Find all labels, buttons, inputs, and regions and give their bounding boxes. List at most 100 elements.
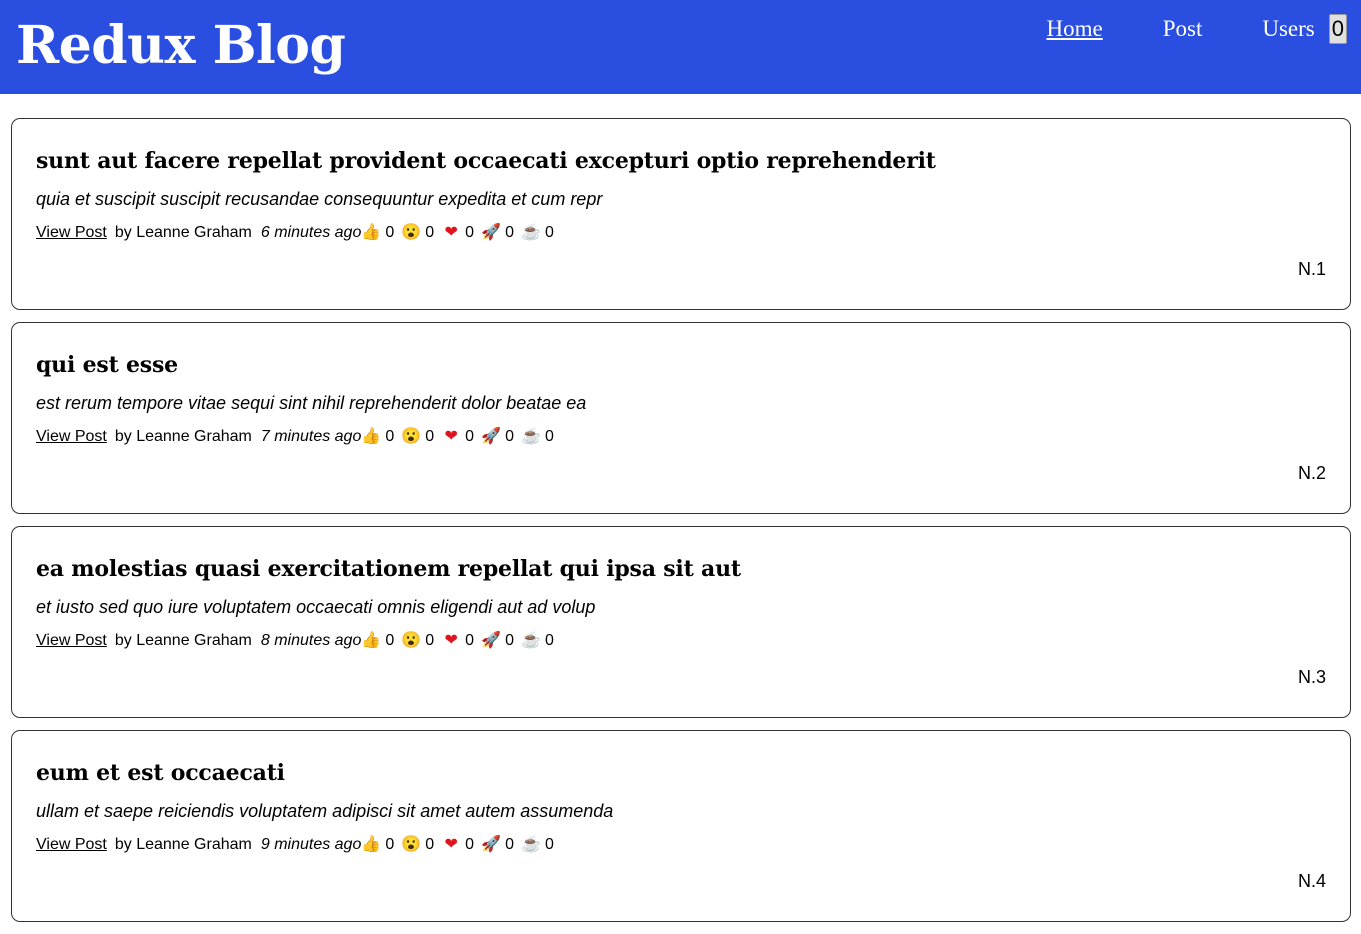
post-timestamp: 6 minutes ago [260, 224, 362, 241]
reaction-coffee-button[interactable]: ☕ 0 [521, 835, 561, 855]
reaction-heart-button[interactable]: ❤ 0 [441, 427, 481, 447]
reaction-count: 0 [465, 836, 475, 853]
coffee-icon: ☕ [521, 428, 541, 445]
post-author: by Leanne Graham [114, 224, 252, 241]
nav-users-link[interactable]: Users [1262, 16, 1314, 42]
reaction-count: 0 [544, 836, 554, 853]
coffee-icon: ☕ [521, 836, 541, 853]
reaction-count: 0 [465, 224, 475, 241]
post-title: eum et est occaecati [36, 760, 285, 786]
post-card: ea molestias quasi exercitationem repell… [11, 526, 1351, 718]
post-meta: View Post by Leanne Graham 7 minutes ago… [36, 427, 1326, 447]
rocket-icon: 🚀 [481, 632, 502, 649]
reaction-heart-button[interactable]: ❤ 0 [441, 835, 481, 855]
heart-icon: ❤ [444, 632, 458, 649]
reaction-thumbs-button[interactable]: 👍 0 [361, 631, 401, 651]
reaction-count: 0 [385, 836, 395, 853]
post-card: sunt aut facere repellat provident occae… [11, 118, 1351, 310]
reaction-thumbs-button[interactable]: 👍 0 [361, 427, 401, 447]
post-card: eum et est occaecati ullam et saepe reic… [11, 730, 1351, 922]
post-timestamp: 7 minutes ago [260, 428, 362, 445]
post-timestamp: 9 minutes ago [260, 836, 362, 853]
thumbs-up-icon: 👍 [361, 224, 382, 241]
post-excerpt: quia et suscipit suscipit recusandae con… [36, 189, 603, 209]
reaction-wow-button[interactable]: 😮 0 [401, 835, 441, 855]
post-number: N.4 [1297, 871, 1326, 891]
reaction-rocket-button[interactable]: 🚀 0 [481, 427, 521, 447]
reaction-heart-button[interactable]: ❤ 0 [441, 223, 481, 243]
site-header: Redux Blog Home Post Users 0 [0, 0, 1361, 94]
reaction-count: 0 [544, 224, 554, 241]
post-title: ea molestias quasi exercitationem repell… [36, 556, 741, 582]
rocket-icon: 🚀 [481, 224, 502, 241]
thumbs-up-icon: 👍 [361, 428, 382, 445]
post-number: N.2 [1297, 463, 1326, 483]
wow-face-icon: 😮 [401, 224, 422, 241]
post-author: by Leanne Graham [114, 428, 252, 445]
view-post-link[interactable]: View Post [36, 835, 107, 855]
view-post-link[interactable]: View Post [36, 223, 107, 243]
reaction-rocket-button[interactable]: 🚀 0 [481, 223, 521, 243]
reaction-coffee-button[interactable]: ☕ 0 [521, 223, 561, 243]
reaction-count: 0 [544, 428, 554, 445]
reaction-count: 0 [425, 836, 435, 853]
wow-face-icon: 😮 [401, 836, 422, 853]
thumbs-up-icon: 👍 [361, 632, 382, 649]
reaction-count: 0 [505, 632, 514, 649]
reaction-coffee-button[interactable]: ☕ 0 [521, 427, 561, 447]
wow-face-icon: 😮 [401, 428, 422, 445]
view-post-link[interactable]: View Post [36, 427, 107, 447]
reaction-count: 0 [505, 836, 514, 853]
post-author: by Leanne Graham [114, 632, 252, 649]
post-meta: View Post by Leanne Graham 8 minutes ago… [36, 631, 1326, 651]
brand-title: Redux Blog [16, 15, 346, 76]
post-excerpt: ullam et saepe reiciendis voluptatem adi… [36, 801, 614, 821]
reaction-count: 0 [505, 224, 514, 241]
reaction-count: 0 [385, 224, 395, 241]
coffee-icon: ☕ [521, 224, 541, 241]
reaction-rocket-button[interactable]: 🚀 0 [481, 835, 521, 855]
coffee-icon: ☕ [521, 632, 541, 649]
rocket-icon: 🚀 [481, 428, 502, 445]
reaction-wow-button[interactable]: 😮 0 [401, 223, 441, 243]
reaction-count: 0 [385, 632, 395, 649]
reaction-count: 0 [465, 632, 475, 649]
heart-icon: ❤ [444, 224, 458, 241]
post-title: qui est esse [36, 352, 178, 378]
nav-home-link[interactable]: Home [1047, 16, 1103, 42]
main-nav: Home Post Users 0 [987, 14, 1347, 44]
reaction-wow-button[interactable]: 😮 0 [401, 427, 441, 447]
reaction-thumbs-button[interactable]: 👍 0 [361, 835, 401, 855]
reaction-wow-button[interactable]: 😮 0 [401, 631, 441, 651]
counter-button[interactable]: 0 [1328, 14, 1347, 44]
reaction-thumbs-button[interactable]: 👍 0 [361, 223, 401, 243]
reaction-count: 0 [465, 428, 475, 445]
post-meta: View Post by Leanne Graham 9 minutes ago… [36, 835, 1326, 855]
post-number: N.1 [1297, 259, 1326, 279]
post-excerpt: et iusto sed quo iure voluptatem occaeca… [36, 597, 596, 617]
thumbs-up-icon: 👍 [361, 836, 382, 853]
post-card: qui est esse est rerum tempore vitae seq… [11, 322, 1351, 514]
wow-face-icon: 😮 [401, 632, 422, 649]
post-author: by Leanne Graham [114, 836, 252, 853]
nav-post-link[interactable]: Post [1163, 16, 1203, 42]
reaction-heart-button[interactable]: ❤ 0 [441, 631, 481, 651]
post-meta: View Post by Leanne Graham 6 minutes ago… [36, 223, 1326, 243]
view-post-link[interactable]: View Post [36, 631, 107, 651]
post-excerpt: est rerum tempore vitae sequi sint nihil… [36, 393, 587, 413]
reaction-count: 0 [544, 632, 554, 649]
reaction-rocket-button[interactable]: 🚀 0 [481, 631, 521, 651]
reaction-count: 0 [425, 428, 435, 445]
post-list: sunt aut facere repellat provident occae… [11, 118, 1351, 934]
reaction-count: 0 [385, 428, 395, 445]
post-title: sunt aut facere repellat provident occae… [36, 148, 936, 174]
post-timestamp: 8 minutes ago [260, 632, 362, 649]
reaction-coffee-button[interactable]: ☕ 0 [521, 631, 561, 651]
reaction-count: 0 [505, 428, 514, 445]
reaction-count: 0 [425, 632, 435, 649]
rocket-icon: 🚀 [481, 836, 502, 853]
post-number: N.3 [1297, 667, 1326, 687]
heart-icon: ❤ [444, 836, 458, 853]
heart-icon: ❤ [444, 428, 458, 445]
reaction-count: 0 [425, 224, 435, 241]
